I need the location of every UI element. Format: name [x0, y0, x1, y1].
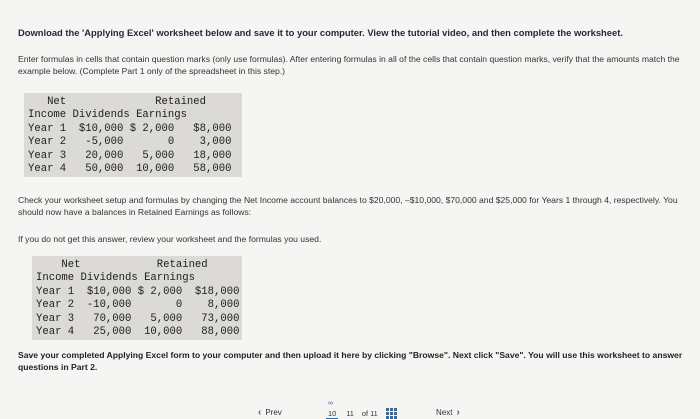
next-label: Next [436, 408, 453, 417]
page-10-button[interactable]: ∞ 10 [326, 400, 339, 419]
page-selector: ∞ 10 11 of 11 [326, 400, 397, 419]
save-instructions: Save your completed Applying Excel form … [18, 350, 683, 372]
page-10-label: 10 [328, 408, 337, 418]
table2-row-year1: Year 1 $10,000 $ 2,000 $18,000 [36, 285, 240, 298]
table2-header-row-2: Income Dividends Earnings [36, 272, 195, 285]
prev-button[interactable]: ‹ Prev [258, 407, 282, 418]
example-table-1: Net Retained Income Dividends Earnings Y… [24, 93, 242, 177]
table1-header-row-1: Net Retained [28, 96, 207, 108]
check-instructions: Check your worksheet setup and formulas … [18, 195, 678, 217]
instructions-heading: Download the 'Applying Excel' worksheet … [18, 27, 623, 38]
worksheet-page: Download the 'Applying Excel' worksheet … [0, 0, 700, 419]
link-icon: ∞ [328, 399, 333, 407]
next-button[interactable]: Next › [436, 407, 460, 418]
prev-label: Prev [265, 408, 282, 417]
table1-row-year4: Year 4 50,000 10,000 58,000 [28, 163, 232, 176]
formula-instructions: Enter formulas in cells that contain que… [18, 54, 680, 76]
table2-row-year2: Year 2 -10,000 0 8,000 [36, 299, 240, 312]
table1-row-year3: Year 3 20,000 5,000 18,000 [28, 149, 232, 162]
example-table-2: Net Retained Income Dividends Earnings Y… [32, 256, 242, 340]
grid-view-icon[interactable] [385, 408, 397, 419]
table1-header-row-2: Income Dividends Earnings [28, 109, 187, 122]
page-count: of 11 [361, 409, 378, 418]
page-11-button[interactable]: 11 [346, 409, 354, 418]
table1-row-year1: Year 1 $10,000 $ 2,000 $8,000 [28, 122, 232, 135]
table1-row-year2: Year 2 -5,000 0 3,000 [28, 136, 232, 149]
pagination-bar: ‹ Prev ∞ 10 11 of 11 Next › [0, 400, 700, 419]
chevron-right-icon: › [456, 407, 460, 418]
table2-header-row-1: Net Retained [36, 259, 208, 271]
chevron-left-icon: ‹ [258, 407, 262, 418]
review-note: If you do not get this answer, review yo… [18, 234, 322, 244]
table2-row-year3: Year 3 70,000 5,000 73,000 [36, 312, 240, 325]
table2-row-year4: Year 4 25,000 10,000 88,000 [36, 326, 240, 339]
